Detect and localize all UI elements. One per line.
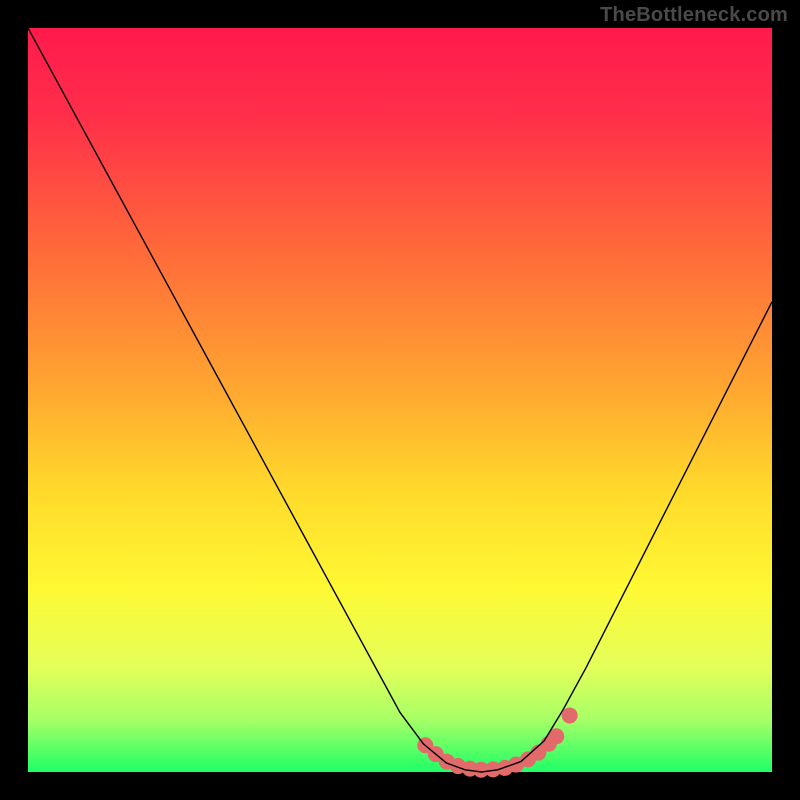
watermark-text: TheBottleneck.com bbox=[600, 4, 788, 27]
highlight-marker-detached bbox=[562, 707, 578, 723]
chart-frame: TheBottleneck.com bbox=[0, 0, 800, 800]
plot-background bbox=[28, 28, 772, 772]
bottleneck-chart bbox=[0, 0, 800, 800]
